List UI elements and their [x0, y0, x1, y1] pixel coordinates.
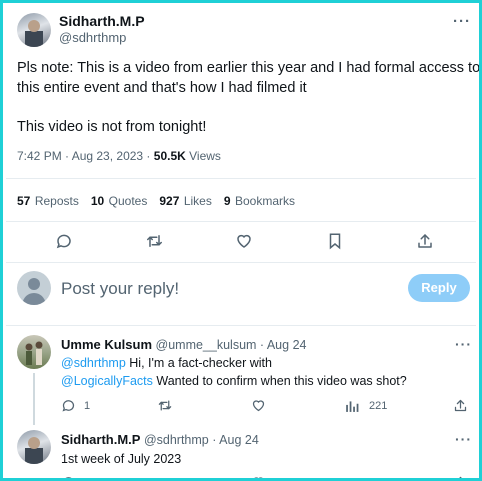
author-avatar[interactable]	[17, 13, 51, 47]
likes-stat[interactable]: 927 Likes	[159, 192, 212, 210]
reply-text-line-2: @LogicallyFacts Wanted to confirm when t…	[61, 374, 407, 388]
reply-icon[interactable]	[61, 398, 76, 413]
bookmark-icon[interactable]	[327, 232, 343, 250]
reply-author-avatar[interactable]	[17, 335, 51, 369]
quotes-stat[interactable]: 10 Quotes	[91, 192, 148, 210]
share-icon[interactable]	[416, 232, 434, 250]
divider	[6, 178, 476, 179]
divider	[6, 325, 476, 326]
tweet-thread-panel: Sidharth.M.P @sdhrthmp ··· Pls note: Thi…	[0, 0, 482, 481]
reply-author-name[interactable]: Umme Kulsum	[61, 337, 152, 352]
reply-author-handle[interactable]: @sdhrthmp · Aug 24	[144, 433, 259, 447]
author-handle[interactable]: @sdhrthmp	[59, 30, 126, 45]
reposts-stat[interactable]: 57 Reposts	[17, 192, 79, 210]
repost-icon[interactable]	[157, 398, 173, 413]
tweet-text-line-3: This video is not from tonight!	[17, 119, 207, 135]
more-options-button[interactable]: ···	[455, 431, 472, 447]
views-count: 221	[369, 400, 388, 412]
reply-author-avatar[interactable]	[17, 430, 51, 464]
reply-text-line-1: @sdhrthmp Hi, I'm a fact-checker with	[61, 356, 272, 370]
views-count: 50.5K	[153, 149, 186, 163]
like-icon[interactable]	[235, 232, 253, 250]
user-avatar	[17, 271, 51, 305]
like-icon[interactable]	[251, 398, 266, 413]
mention-link[interactable]: @LogicallyFacts	[61, 374, 153, 388]
default-avatar-icon	[22, 278, 46, 305]
more-options-button[interactable]: ···	[455, 336, 472, 352]
reply-author-name[interactable]: Sidharth.M.P	[61, 432, 140, 447]
share-icon[interactable]	[453, 398, 468, 413]
mention-link[interactable]: @sdhrthmp	[61, 356, 126, 370]
stats-row: 57 Reposts 10 Quotes 927 Likes 9 Bookmar…	[17, 192, 295, 210]
tweet-meta: 7:42 PM · Aug 23, 2023 · 50.5K Views	[17, 149, 221, 163]
repost-icon[interactable]	[145, 232, 164, 250]
bookmarks-stat[interactable]: 9 Bookmarks	[224, 192, 295, 210]
views-icon[interactable]	[345, 476, 359, 478]
like-icon[interactable]	[251, 475, 266, 478]
author-name[interactable]: Sidharth.M.P	[59, 13, 145, 29]
reply-header: Umme Kulsum @umme__kulsum · Aug 24	[61, 337, 306, 352]
views-label: Views	[185, 149, 221, 163]
reply-author-handle[interactable]: @umme__kulsum · Aug 24	[156, 338, 307, 352]
repost-icon[interactable]	[157, 475, 173, 478]
reply-icon[interactable]	[61, 475, 76, 478]
divider	[6, 262, 476, 263]
divider	[6, 221, 476, 222]
views-icon[interactable]	[345, 399, 359, 412]
more-options-button[interactable]: ···	[453, 13, 471, 30]
share-icon[interactable]	[453, 475, 468, 478]
reply-icon[interactable]	[55, 232, 73, 250]
tweet-text-line-1: Pls note: This is a video from earlier t…	[17, 60, 481, 76]
reply-count: 1	[84, 400, 91, 412]
reply-input[interactable]: Post your reply!	[61, 279, 179, 299]
thread-connector	[33, 373, 35, 425]
reply-button[interactable]: Reply	[408, 274, 470, 302]
tweet-timestamp[interactable]: 7:42 PM · Aug 23, 2023 ·	[17, 149, 154, 163]
reply-header: Sidharth.M.P @sdhrthmp · Aug 24	[61, 432, 259, 447]
tweet-text-line-2: this entire event and that's how I had f…	[17, 80, 307, 96]
reply-text: 1st week of July 2023	[61, 452, 182, 466]
